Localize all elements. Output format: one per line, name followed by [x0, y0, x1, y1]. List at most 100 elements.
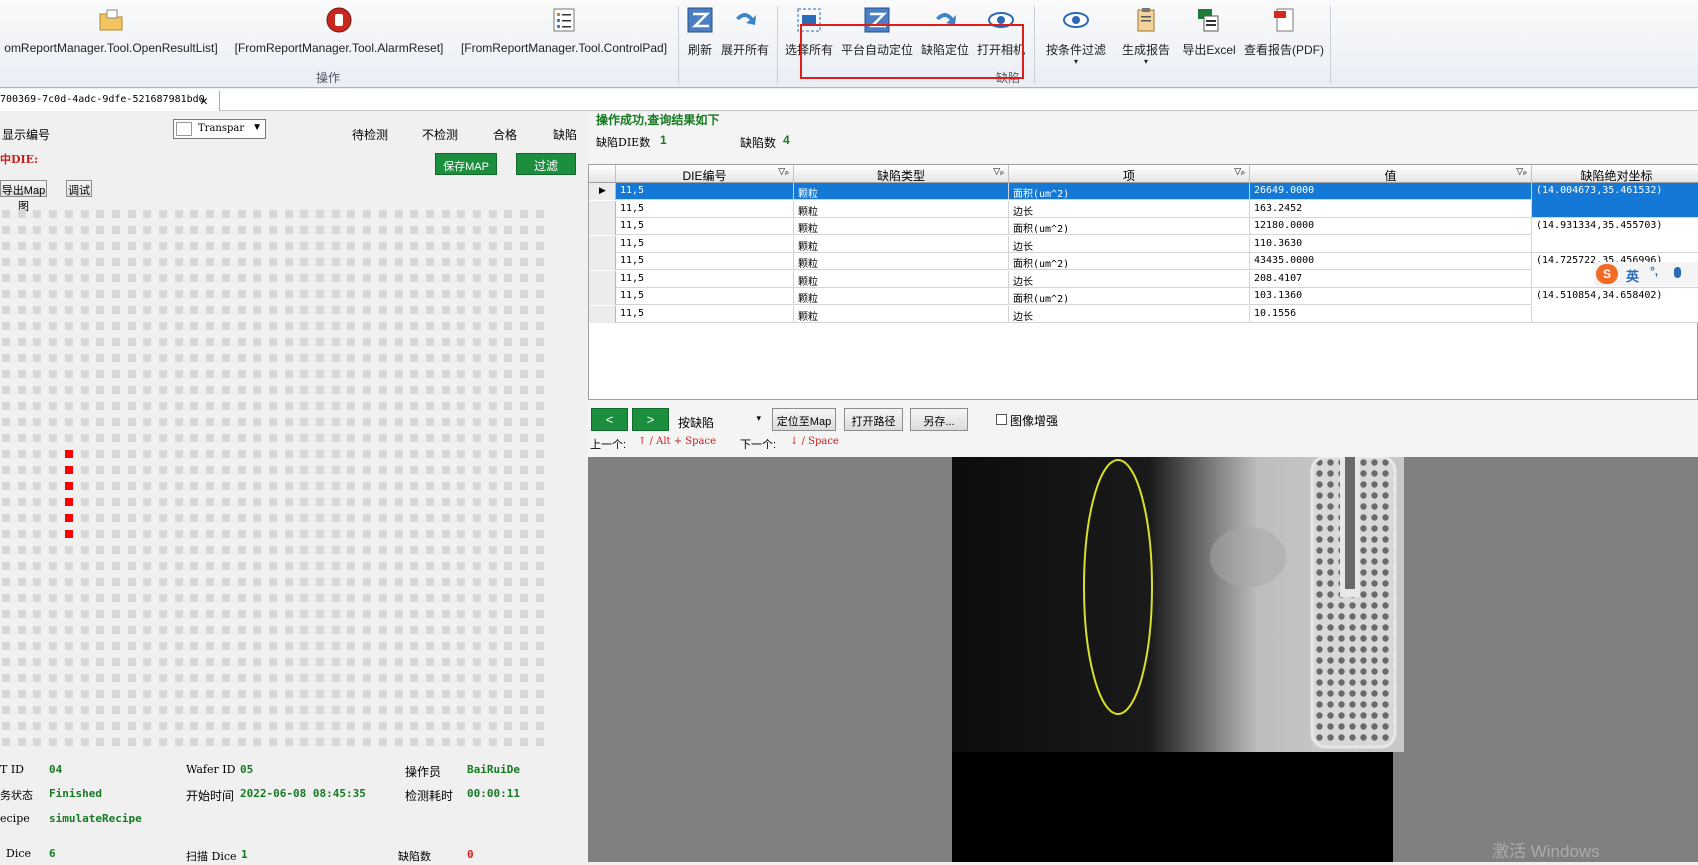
- die-cell[interactable]: [331, 642, 340, 650]
- die-cell[interactable]: [64, 322, 73, 330]
- die-cell[interactable]: [441, 322, 450, 330]
- die-cell[interactable]: [425, 738, 434, 746]
- die-cell[interactable]: [441, 706, 450, 714]
- die-cell[interactable]: [111, 626, 120, 634]
- die-cell[interactable]: [457, 674, 466, 682]
- die-cell[interactable]: [253, 418, 262, 426]
- die-cell[interactable]: [159, 610, 167, 618]
- die-cell[interactable]: [64, 562, 73, 570]
- die-cell[interactable]: [488, 402, 497, 410]
- die-cell[interactable]: [520, 402, 529, 410]
- die-cell[interactable]: [425, 354, 434, 362]
- die-cell[interactable]: [488, 530, 497, 538]
- die-cell[interactable]: [237, 690, 246, 698]
- die-cell[interactable]: [49, 210, 58, 218]
- row-selector[interactable]: [589, 253, 616, 270]
- die-cell[interactable]: [64, 290, 73, 298]
- die-cell[interactable]: [425, 370, 434, 378]
- die-cell[interactable]: [488, 242, 497, 250]
- die-cell[interactable]: [331, 274, 340, 282]
- die-cell[interactable]: [284, 274, 293, 282]
- die-cell[interactable]: [96, 674, 105, 682]
- die-cell[interactable]: [237, 674, 246, 682]
- die-cell[interactable]: [473, 610, 481, 618]
- die-cell[interactable]: [425, 546, 434, 554]
- die-cell[interactable]: [347, 498, 356, 506]
- die-cell[interactable]: [378, 354, 387, 362]
- die-cell[interactable]: [410, 690, 419, 698]
- table-row[interactable]: 11,5 颗粒 边长 10.1556: [589, 305, 1698, 323]
- die-cell[interactable]: [410, 386, 419, 394]
- die-cell[interactable]: [2, 626, 10, 634]
- die-cell[interactable]: [473, 722, 481, 730]
- die-cell[interactable]: [473, 274, 481, 282]
- die-cell[interactable]: [80, 226, 89, 234]
- die-cell[interactable]: [300, 322, 309, 330]
- die-cell[interactable]: [347, 386, 356, 394]
- die-cell[interactable]: [457, 546, 466, 554]
- die-cell[interactable]: [504, 642, 513, 650]
- die-cell[interactable]: [284, 242, 293, 250]
- die-cell[interactable]: [363, 498, 372, 506]
- die-cell[interactable]: [425, 594, 434, 602]
- die-cell[interactable]: [316, 562, 324, 570]
- die-cell[interactable]: [268, 306, 277, 314]
- die-defect[interactable]: [64, 530, 73, 538]
- die-cell[interactable]: [17, 210, 26, 218]
- die-cell[interactable]: [111, 594, 120, 602]
- die-cell[interactable]: [316, 418, 324, 426]
- die-cell[interactable]: [378, 578, 387, 586]
- die-cell[interactable]: [331, 562, 340, 570]
- die-cell[interactable]: [520, 658, 529, 666]
- die-cell[interactable]: [253, 610, 262, 618]
- refresh-button[interactable]: 刷新: [684, 6, 716, 58]
- die-cell[interactable]: [457, 402, 466, 410]
- die-cell[interactable]: [473, 338, 481, 346]
- die-cell[interactable]: [457, 386, 466, 394]
- die-cell[interactable]: [535, 594, 544, 602]
- die-cell[interactable]: [504, 306, 513, 314]
- die-cell[interactable]: [284, 690, 293, 698]
- die-cell[interactable]: [96, 562, 105, 570]
- die-cell[interactable]: [410, 658, 419, 666]
- die-cell[interactable]: [504, 594, 513, 602]
- die-cell[interactable]: [394, 546, 403, 554]
- die-cell[interactable]: [143, 482, 152, 490]
- die-cell[interactable]: [300, 258, 309, 266]
- die-cell[interactable]: [347, 578, 356, 586]
- die-cell[interactable]: [80, 210, 89, 218]
- die-cell[interactable]: [143, 354, 152, 362]
- die-cell[interactable]: [174, 498, 183, 506]
- die-cell[interactable]: [64, 738, 73, 746]
- die-cell[interactable]: [174, 354, 183, 362]
- die-cell[interactable]: [410, 306, 419, 314]
- die-cell[interactable]: [2, 466, 10, 474]
- die-cell[interactable]: [473, 546, 481, 554]
- die-cell[interactable]: [253, 402, 262, 410]
- die-cell[interactable]: [237, 466, 246, 474]
- die-cell[interactable]: [80, 354, 89, 362]
- die-cell[interactable]: [284, 322, 293, 330]
- die-cell[interactable]: [221, 578, 230, 586]
- die-cell[interactable]: [425, 242, 434, 250]
- die-cell[interactable]: [473, 450, 481, 458]
- die-cell[interactable]: [488, 482, 497, 490]
- mode-select[interactable]: 按缺陷 ▾: [674, 410, 764, 430]
- die-cell[interactable]: [96, 322, 105, 330]
- die-cell[interactable]: [504, 386, 513, 394]
- die-cell[interactable]: [174, 258, 183, 266]
- die-cell[interactable]: [535, 226, 544, 234]
- die-cell[interactable]: [520, 322, 529, 330]
- die-cell[interactable]: [316, 370, 324, 378]
- die-cell[interactable]: [96, 402, 105, 410]
- die-cell[interactable]: [535, 514, 544, 522]
- die-cell[interactable]: [206, 466, 215, 474]
- die-cell[interactable]: [143, 322, 152, 330]
- die-cell[interactable]: [80, 370, 89, 378]
- die-cell[interactable]: [111, 498, 120, 506]
- die-cell[interactable]: [316, 706, 324, 714]
- die-cell[interactable]: [253, 322, 262, 330]
- die-cell[interactable]: [143, 530, 152, 538]
- die-cell[interactable]: [96, 658, 105, 666]
- die-cell[interactable]: [206, 418, 215, 426]
